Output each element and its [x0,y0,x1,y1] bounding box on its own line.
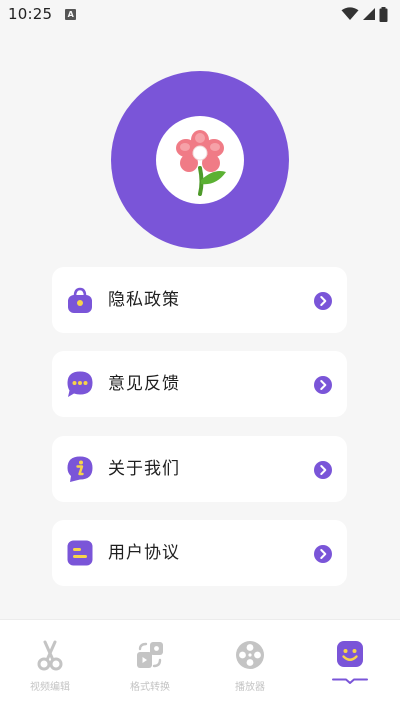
tab-player[interactable]: 播放器 [200,620,300,711]
convert-icon [137,642,163,668]
menu-item-label: 隐私政策 [108,290,180,310]
tab-label: 播放器 [235,682,265,693]
logo-inner-circle [156,116,244,204]
menu-item-about-us[interactable]: 关于我们 [52,436,347,502]
notification-a-icon: A [65,8,77,20]
menu-item-label: 用户协议 [108,543,180,563]
menu-item-label: 关于我们 [108,459,180,479]
lock-bag-icon [68,287,92,313]
status-time: 10:25 [8,5,53,23]
status-icons [341,6,388,22]
bottom-tab-bar: 视频编辑 格式转换 播放器 [0,619,400,711]
chevron-right-icon [314,461,332,479]
battery-icon [379,6,388,22]
document-lines-icon [67,540,93,566]
pink-flower-icon [176,130,226,196]
signal-icon [363,8,375,20]
menu-item-label: 意见反馈 [108,374,180,394]
info-icon [67,456,93,482]
tab-video-edit[interactable]: 视频编辑 [0,620,100,711]
chevron-right-icon [314,376,332,394]
chevron-right-icon [314,292,332,310]
wifi-icon [341,7,359,20]
tab-label: 视频编辑 [30,682,70,693]
status-bar: 10:25 A [0,0,400,28]
app-logo [111,71,289,249]
menu-item-user-agreement[interactable]: 用户协议 [52,520,347,586]
scissors-icon [37,640,63,671]
active-tab-indicator [332,678,368,684]
chat-bubble-icon [67,371,93,397]
film-reel-icon [236,641,264,669]
tab-label: 格式转换 [130,682,170,693]
tab-format-convert[interactable]: 格式转换 [100,620,200,711]
smiley-icon [337,641,363,667]
menu-item-feedback[interactable]: 意见反馈 [52,351,347,417]
chevron-right-icon [314,545,332,563]
menu-item-privacy-policy[interactable]: 隐私政策 [52,267,347,333]
tab-mine[interactable] [300,620,400,711]
